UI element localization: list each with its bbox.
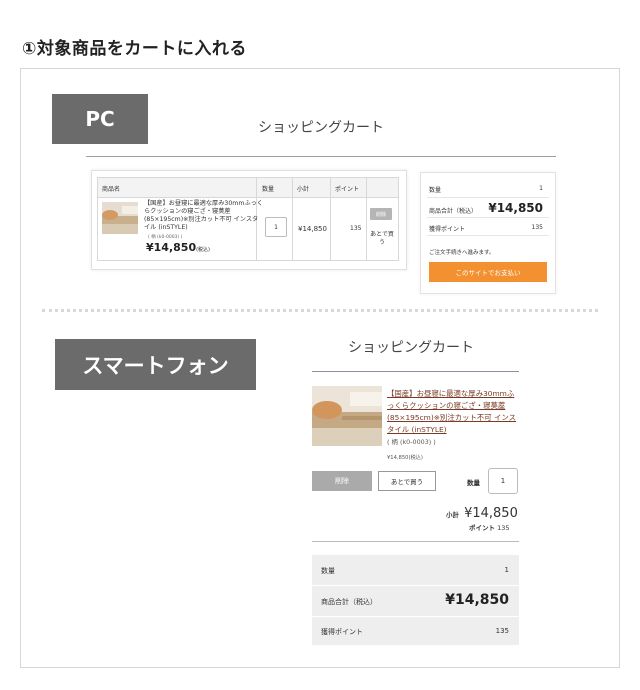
divider (427, 235, 549, 236)
pc-checkout-button[interactable]: このサイトでお支払い (429, 262, 547, 282)
pc-row-subtotal: ¥14,850 (298, 225, 327, 233)
pc-label: PC (52, 94, 148, 144)
th-points: ポイント (335, 186, 360, 193)
sp-sum-points-value: 135 (495, 627, 509, 635)
th-subtotal: 小計 (297, 186, 310, 193)
pc-product-name[interactable]: 【国産】お昼寝に最適な厚み30mmふっくらクッションの寝ござ・寝茣蓙(85×19… (144, 200, 264, 232)
sp-buy-later-button[interactable]: あとで買う (378, 471, 436, 491)
divider (312, 616, 519, 617)
sp-sum-total-value: ¥14,850 (445, 592, 509, 608)
col-divider (292, 178, 293, 260)
pc-sum-points-label: 獲得ポイント (429, 226, 466, 233)
col-divider (366, 178, 367, 260)
pc-price-value: ¥14,850 (146, 241, 197, 254)
pc-delete-button[interactable]: 削除 (370, 208, 392, 220)
pc-title-divider (86, 156, 556, 157)
product-thumbnail[interactable] (102, 202, 138, 234)
sp-points: ポイント 135 (469, 522, 510, 532)
product-thumbnail[interactable] (312, 386, 382, 446)
sp-sum-points-label: 獲得ポイント (321, 628, 363, 636)
pc-cart-table: 商品名 数量 小計 ポイント 【国産】お昼寝に最適な厚み30mmふっくらクッショ… (97, 177, 399, 261)
th-quantity: 数量 (262, 186, 275, 193)
pc-product-price: ¥14,850(税込) (146, 241, 210, 254)
sp-product-variant: ( 柄 (k0-0003) ) (387, 438, 436, 446)
sp-points-value: 135 (497, 524, 510, 532)
pc-sum-qty-label: 数量 (429, 187, 442, 194)
sp-summary-panel: 数量 1 商品合計（税込） ¥14,850 獲得ポイント 135 (312, 555, 519, 645)
pc-sum-total-label: 商品合計（税込） (429, 208, 478, 215)
pc-sum-qty-value: 1 (539, 185, 543, 192)
sp-title-divider (312, 371, 519, 372)
sp-label: スマートフォン (55, 339, 256, 390)
divider (312, 585, 519, 586)
sp-cart-title: ショッピングカート (348, 340, 474, 356)
sp-unit-price: ¥14,850(税込) (387, 455, 423, 461)
pc-row-points: 135 (350, 225, 362, 232)
sp-subtotal-label: 小計 (446, 511, 459, 519)
sp-sum-total-label: 商品合計（税込） (321, 598, 377, 606)
pc-quantity-input[interactable]: 1 (265, 217, 287, 237)
divider (427, 217, 549, 218)
divider (427, 197, 549, 198)
section-separator (42, 309, 598, 312)
pc-cart-title: ショッピングカート (258, 120, 384, 136)
sp-points-label: ポイント (469, 524, 495, 532)
pc-sum-note: ご注文手続きへ進みます。 (429, 250, 495, 256)
pc-buy-later-link[interactable]: あとで買う (368, 231, 396, 247)
pc-summary-panel: 数量 1 商品合計（税込） ¥14,850 獲得ポイント 135 ご注文手続きへ… (420, 172, 556, 294)
sp-delete-button[interactable]: 削除 (312, 471, 372, 491)
pc-sum-total-value: ¥14,850 (488, 201, 543, 215)
sp-quantity-input[interactable]: 1 (488, 468, 518, 494)
divider (312, 541, 519, 542)
pc-product-variant: ( 柄 (k0-0003) ) (148, 235, 183, 240)
th-product: 商品名 (102, 186, 121, 193)
sp-quantity-label: 数量 (467, 479, 480, 487)
pc-price-tax: (税込) (196, 247, 211, 253)
sp-subtotal-value: ¥14,850 (464, 506, 518, 521)
sp-sum-qty-value: 1 (504, 566, 509, 574)
step-title: ①対象商品をカートに入れる (22, 39, 247, 59)
pc-sum-points-value: 135 (531, 224, 543, 231)
sp-sum-qty-label: 数量 (321, 567, 335, 575)
sp-product-name[interactable]: 【国産】お昼寝に最適な厚み30mmふっくらクッションの寝ござ・寝茣蓙(85×19… (387, 388, 519, 436)
col-divider (330, 178, 331, 260)
sp-subtotal: 小計 ¥14,850 (446, 502, 518, 521)
